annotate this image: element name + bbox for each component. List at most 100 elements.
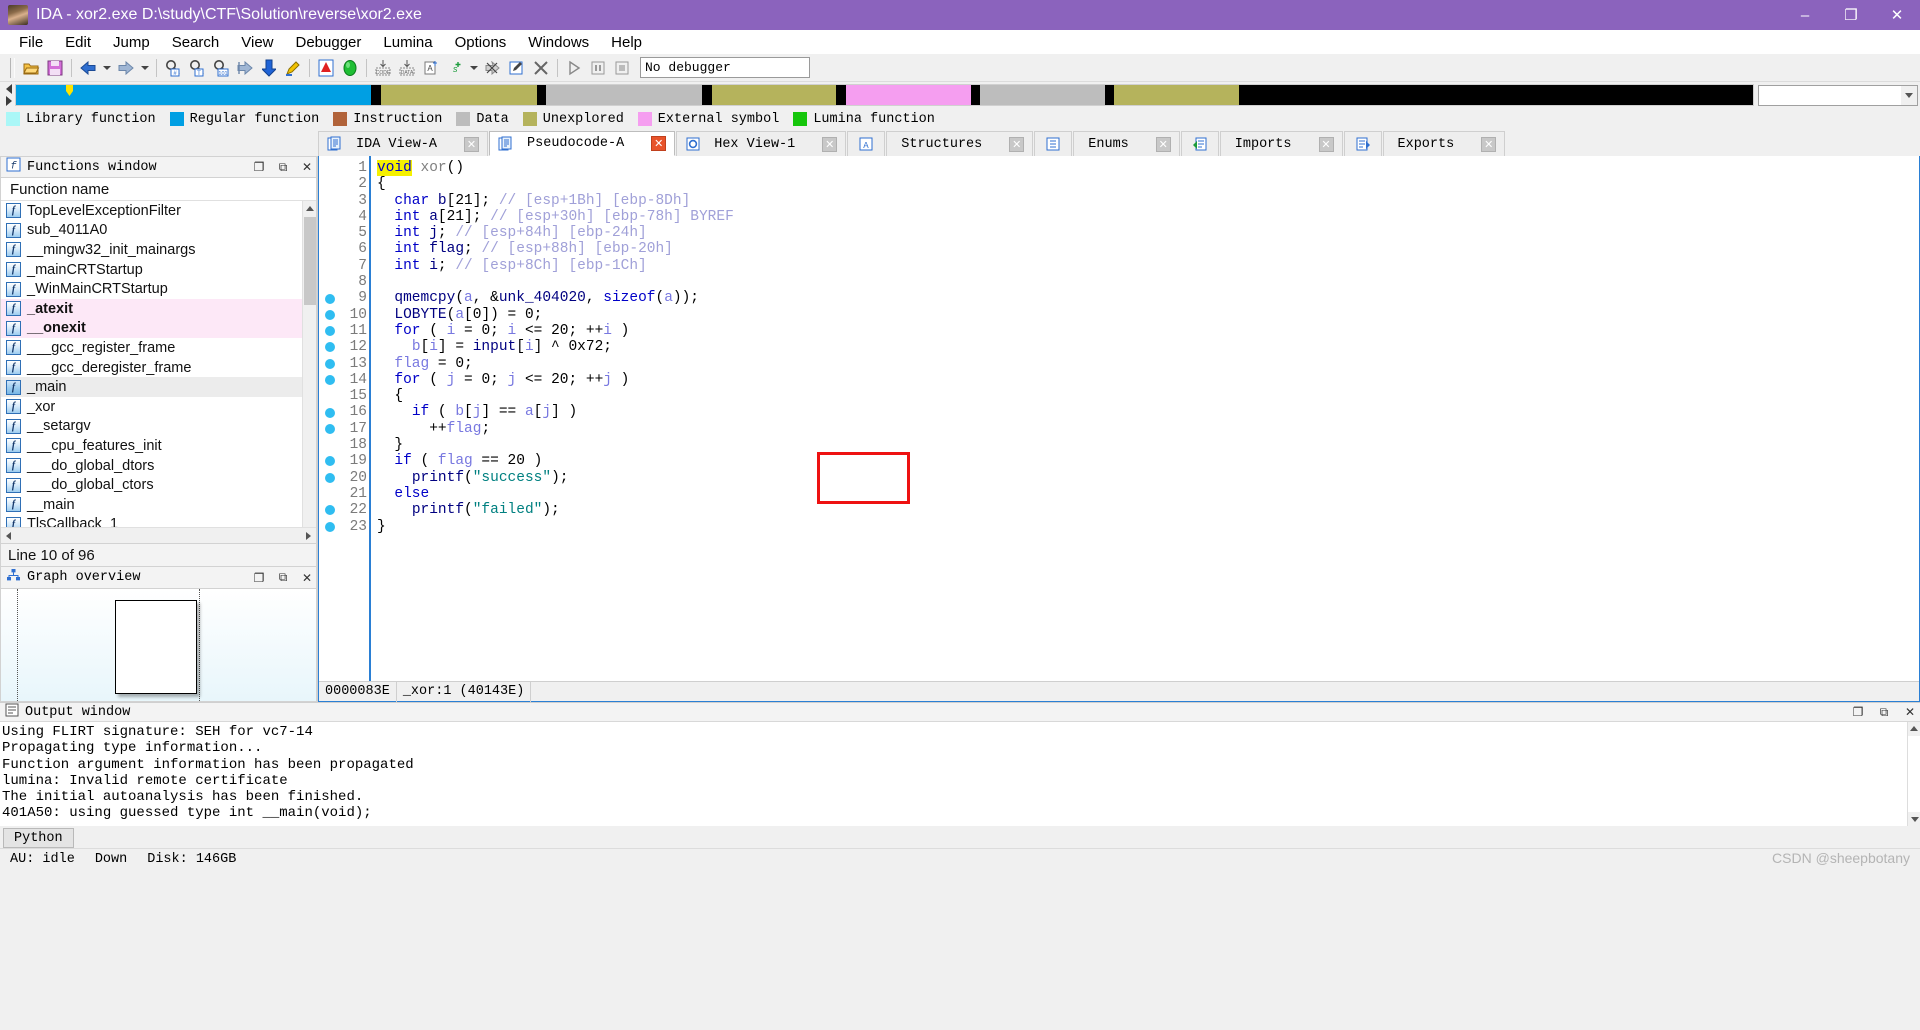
- tab-close-ida-view-a[interactable]: ✕: [464, 136, 480, 152]
- list-item[interactable]: f __onexit: [1, 318, 316, 339]
- code-line[interactable]: b[i] = input[i] ^ 0x72;: [377, 339, 1919, 355]
- search-immediate-button[interactable]: 101: [210, 57, 232, 79]
- menu-item-file[interactable]: File: [8, 32, 54, 53]
- list-item[interactable]: f __setargv: [1, 417, 316, 437]
- warning-button[interactable]: [315, 57, 337, 79]
- breakpoint-slot[interactable]: [319, 209, 341, 225]
- list-item[interactable]: f _main: [1, 377, 316, 397]
- breakpoint-gutter[interactable]: [319, 156, 341, 681]
- graph-node[interactable]: [115, 600, 197, 694]
- output-window-body[interactable]: Using FLIRT signature: SEH for vc7-14 Pr…: [0, 722, 1920, 826]
- list-item[interactable]: f TopLevelExceptionFilter: [1, 201, 316, 221]
- tab-ida-view-a[interactable]: IDA View-A ✕: [318, 131, 489, 156]
- output-close-button[interactable]: ✕: [1900, 703, 1920, 721]
- functions-float-button[interactable]: ⧉: [274, 158, 292, 176]
- list-item[interactable]: f ___gcc_deregister_frame: [1, 358, 316, 378]
- graph-restore-button[interactable]: ❐: [250, 569, 268, 587]
- breakpoint-slot[interactable]: [319, 176, 341, 192]
- breakpoint-slot[interactable]: [319, 274, 341, 290]
- open-file-button[interactable]: [20, 57, 42, 79]
- breakpoint-marker[interactable]: [319, 519, 341, 535]
- pseudocode-text[interactable]: void xor(){ char b[21]; // [esp+1Bh] [eb…: [377, 156, 1919, 681]
- list-item[interactable]: f ___do_global_dtors: [1, 456, 316, 476]
- code-line[interactable]: {: [377, 176, 1919, 192]
- menu-item-jump[interactable]: Jump: [102, 32, 161, 53]
- breakpoint-slot[interactable]: [319, 486, 341, 502]
- scroll-up-button[interactable]: [303, 201, 316, 215]
- debugger-select[interactable]: No debugger: [640, 57, 810, 78]
- tab-close-enums[interactable]: ✕: [1155, 136, 1171, 152]
- graph-close-button[interactable]: ✕: [298, 569, 316, 587]
- make-data-button[interactable]: DATA: [396, 57, 418, 79]
- breakpoint-marker[interactable]: [319, 339, 341, 355]
- tab-enums[interactable]: Enums ✕: [1073, 131, 1180, 156]
- code-line[interactable]: LOBYTE(a[0]) = 0;: [377, 307, 1919, 323]
- breakpoint-slot[interactable]: [319, 225, 341, 241]
- nav-combo[interactable]: [1758, 84, 1918, 106]
- jump-xref-button[interactable]: [234, 57, 256, 79]
- functions-column-header[interactable]: Function name: [1, 178, 316, 201]
- breakpoint-slot[interactable]: [319, 437, 341, 453]
- scrollbar-track[interactable]: [16, 529, 301, 543]
- maximize-button[interactable]: ❐: [1828, 0, 1874, 30]
- breakpoint-marker[interactable]: [319, 372, 341, 388]
- graph-float-button[interactable]: ⧉: [274, 569, 292, 587]
- code-line[interactable]: void xor(): [377, 160, 1919, 176]
- tab-structures-icon-button[interactable]: A: [847, 131, 886, 156]
- code-line[interactable]: else: [377, 486, 1919, 502]
- code-line[interactable]: [377, 274, 1919, 290]
- breakpoint-slot[interactable]: [319, 160, 341, 176]
- tab-pseudocode-a[interactable]: Pseudocode-A ✕: [489, 131, 676, 156]
- debug-stop-button[interactable]: [611, 57, 633, 79]
- undefine-button[interactable]: [482, 57, 504, 79]
- breakpoint-marker[interactable]: [319, 404, 341, 420]
- menu-item-search[interactable]: Search: [161, 32, 231, 53]
- menu-item-debugger[interactable]: Debugger: [285, 32, 373, 53]
- tab-close-exports[interactable]: ✕: [1481, 136, 1497, 152]
- debug-run-button[interactable]: [563, 57, 585, 79]
- breakpoint-marker[interactable]: [319, 502, 341, 518]
- search-text-button[interactable]: T: [186, 57, 208, 79]
- code-line[interactable]: if ( b[j] == a[j] ): [377, 404, 1919, 420]
- menu-item-help[interactable]: Help: [600, 32, 653, 53]
- close-button[interactable]: ✕: [1874, 0, 1920, 30]
- code-line[interactable]: ++flag;: [377, 421, 1919, 437]
- tab-close-structures[interactable]: ✕: [1009, 136, 1025, 152]
- code-line[interactable]: int a[21]; // [esp+30h] [ebp-78h] BYREF: [377, 209, 1919, 225]
- forward-button[interactable]: [115, 57, 137, 79]
- breakpoint-slot[interactable]: [319, 241, 341, 257]
- scrollbar-thumb[interactable]: [1908, 736, 1920, 812]
- list-item[interactable]: f ___gcc_register_frame: [1, 338, 316, 358]
- breakpoint-slot[interactable]: [319, 388, 341, 404]
- breakpoint-slot[interactable]: [319, 193, 341, 209]
- code-line[interactable]: printf("success");: [377, 470, 1919, 486]
- save-file-button[interactable]: [44, 57, 66, 79]
- tab-close-pseudocode-a[interactable]: ✕: [651, 136, 667, 151]
- breakpoint-marker[interactable]: [319, 356, 341, 372]
- tab-close-hex-view-1[interactable]: ✕: [822, 136, 838, 152]
- breakpoint-marker[interactable]: [319, 421, 341, 437]
- graph-overview-canvas[interactable]: [0, 589, 317, 702]
- list-item[interactable]: f __main: [1, 495, 316, 515]
- code-line[interactable]: printf("failed");: [377, 502, 1919, 518]
- run-green-button[interactable]: [339, 57, 361, 79]
- list-item[interactable]: f sub_4011A0: [1, 221, 316, 241]
- functions-restore-button[interactable]: ❐: [250, 158, 268, 176]
- make-code-button[interactable]: CODE: [372, 57, 394, 79]
- tab-close-imports[interactable]: ✕: [1318, 136, 1334, 152]
- scrollbar-thumb[interactable]: [304, 217, 316, 305]
- breakpoint-marker[interactable]: [319, 470, 341, 486]
- code-line[interactable]: for ( j = 0; j <= 20; ++j ): [377, 372, 1919, 388]
- list-item[interactable]: f ___cpu_features_init: [1, 436, 316, 456]
- make-string-button[interactable]: A: [420, 57, 442, 79]
- code-line[interactable]: int flag; // [esp+88h] [ebp-20h]: [377, 241, 1919, 257]
- navigation-strip[interactable]: [15, 84, 1754, 106]
- breakpoint-marker[interactable]: [319, 453, 341, 469]
- debug-pause-button[interactable]: [587, 57, 609, 79]
- output-vertical-scrollbar[interactable]: [1907, 722, 1920, 826]
- menu-item-lumina[interactable]: Lumina: [372, 32, 443, 53]
- list-item[interactable]: f TlsCallback_1: [1, 515, 316, 527]
- edit-function-button[interactable]: [506, 57, 528, 79]
- list-item[interactable]: f _WinMainCRTStartup: [1, 279, 316, 299]
- code-line[interactable]: qmemcpy(a, &unk_404020, sizeof(a));: [377, 290, 1919, 306]
